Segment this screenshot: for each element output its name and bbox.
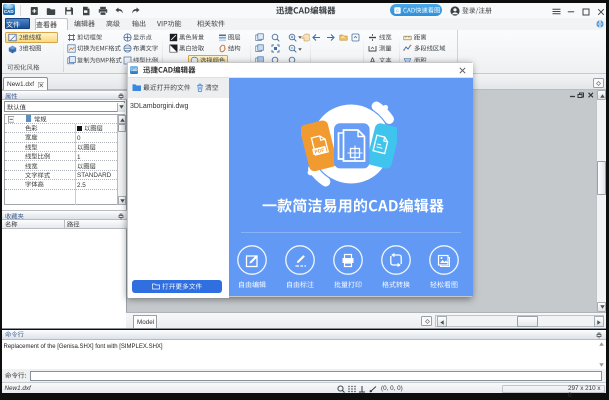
svg-text:C: C bbox=[396, 8, 399, 13]
